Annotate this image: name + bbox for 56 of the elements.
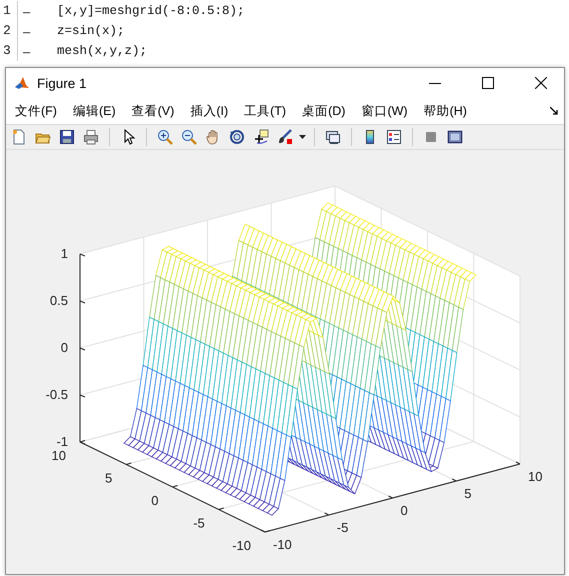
breakpoint-dash[interactable]: – xyxy=(23,24,30,38)
code-line: z=sin(x); xyxy=(57,24,125,38)
new-file-icon xyxy=(11,129,27,145)
line-number: 1 xyxy=(0,1,18,21)
menu-item[interactable]: 工具(T) xyxy=(239,102,296,120)
brush-icon xyxy=(277,129,293,145)
z-tick-label: 0 xyxy=(60,340,68,355)
data-cursor-icon xyxy=(253,129,269,145)
caret-icon[interactable] xyxy=(299,134,306,140)
z-tick-label: 1 xyxy=(60,246,68,261)
save-button[interactable] xyxy=(57,127,77,147)
z-tick-label: 0.5 xyxy=(50,293,68,308)
breakpoint-dash[interactable]: – xyxy=(23,4,30,18)
window-panel-icon xyxy=(447,129,463,145)
z-tick-label: -1 xyxy=(56,434,68,449)
code-line: [x,y]=meshgrid(-8:0.5:8); xyxy=(57,4,245,18)
close-icon xyxy=(535,77,547,89)
zoom-out-button[interactable] xyxy=(179,127,199,147)
link-plot-icon xyxy=(325,129,341,145)
breakpoint-dash[interactable]: – xyxy=(23,44,30,58)
menu-item[interactable]: 编辑(E) xyxy=(68,102,126,120)
x-tick-label: 5 xyxy=(464,486,472,501)
square-icon xyxy=(423,129,439,145)
code-line: mesh(x,y,z); xyxy=(57,44,148,58)
x-tick-label: 10 xyxy=(528,469,542,484)
menu-item[interactable]: 帮助(H) xyxy=(418,102,477,120)
save-icon xyxy=(59,129,75,145)
y-tick-label: 10 xyxy=(52,448,66,463)
printer-icon xyxy=(83,129,99,145)
menu-item[interactable]: 窗口(W) xyxy=(356,102,418,120)
y-tick-label: 5 xyxy=(105,470,112,486)
menu-item[interactable]: 查看(V) xyxy=(126,102,184,120)
z-tick-label: -0.5 xyxy=(46,387,68,402)
legend-icon xyxy=(386,129,402,145)
menu-item[interactable]: 桌面(D) xyxy=(297,102,356,120)
legend-button[interactable] xyxy=(384,127,404,147)
dock-arrow-icon[interactable] xyxy=(550,107,558,115)
peak-logo-icon xyxy=(14,75,30,91)
x-tick-label: -10 xyxy=(273,537,292,552)
rotate-button[interactable] xyxy=(227,127,247,147)
zoom-in-icon xyxy=(157,129,173,145)
menu-item[interactable]: 插入(I) xyxy=(185,102,238,120)
y-tick-label: -10 xyxy=(232,538,251,553)
line-number: 2 xyxy=(0,21,18,41)
menu-item[interactable]: 文件(F) xyxy=(10,102,67,120)
maximize-icon xyxy=(482,77,494,89)
y-tick-label: -5 xyxy=(193,516,205,530)
y-tick-label: 0 xyxy=(151,493,158,508)
printer-button[interactable] xyxy=(81,127,101,147)
rotate-icon xyxy=(229,129,245,145)
line-number: 3 xyxy=(0,41,18,61)
x-tick-label: 0 xyxy=(400,503,408,518)
zoom-out-icon xyxy=(181,129,197,145)
window-title: Figure 1 xyxy=(37,76,88,90)
zoom-in-button[interactable] xyxy=(155,127,175,147)
x-tick-label: -5 xyxy=(336,520,348,535)
